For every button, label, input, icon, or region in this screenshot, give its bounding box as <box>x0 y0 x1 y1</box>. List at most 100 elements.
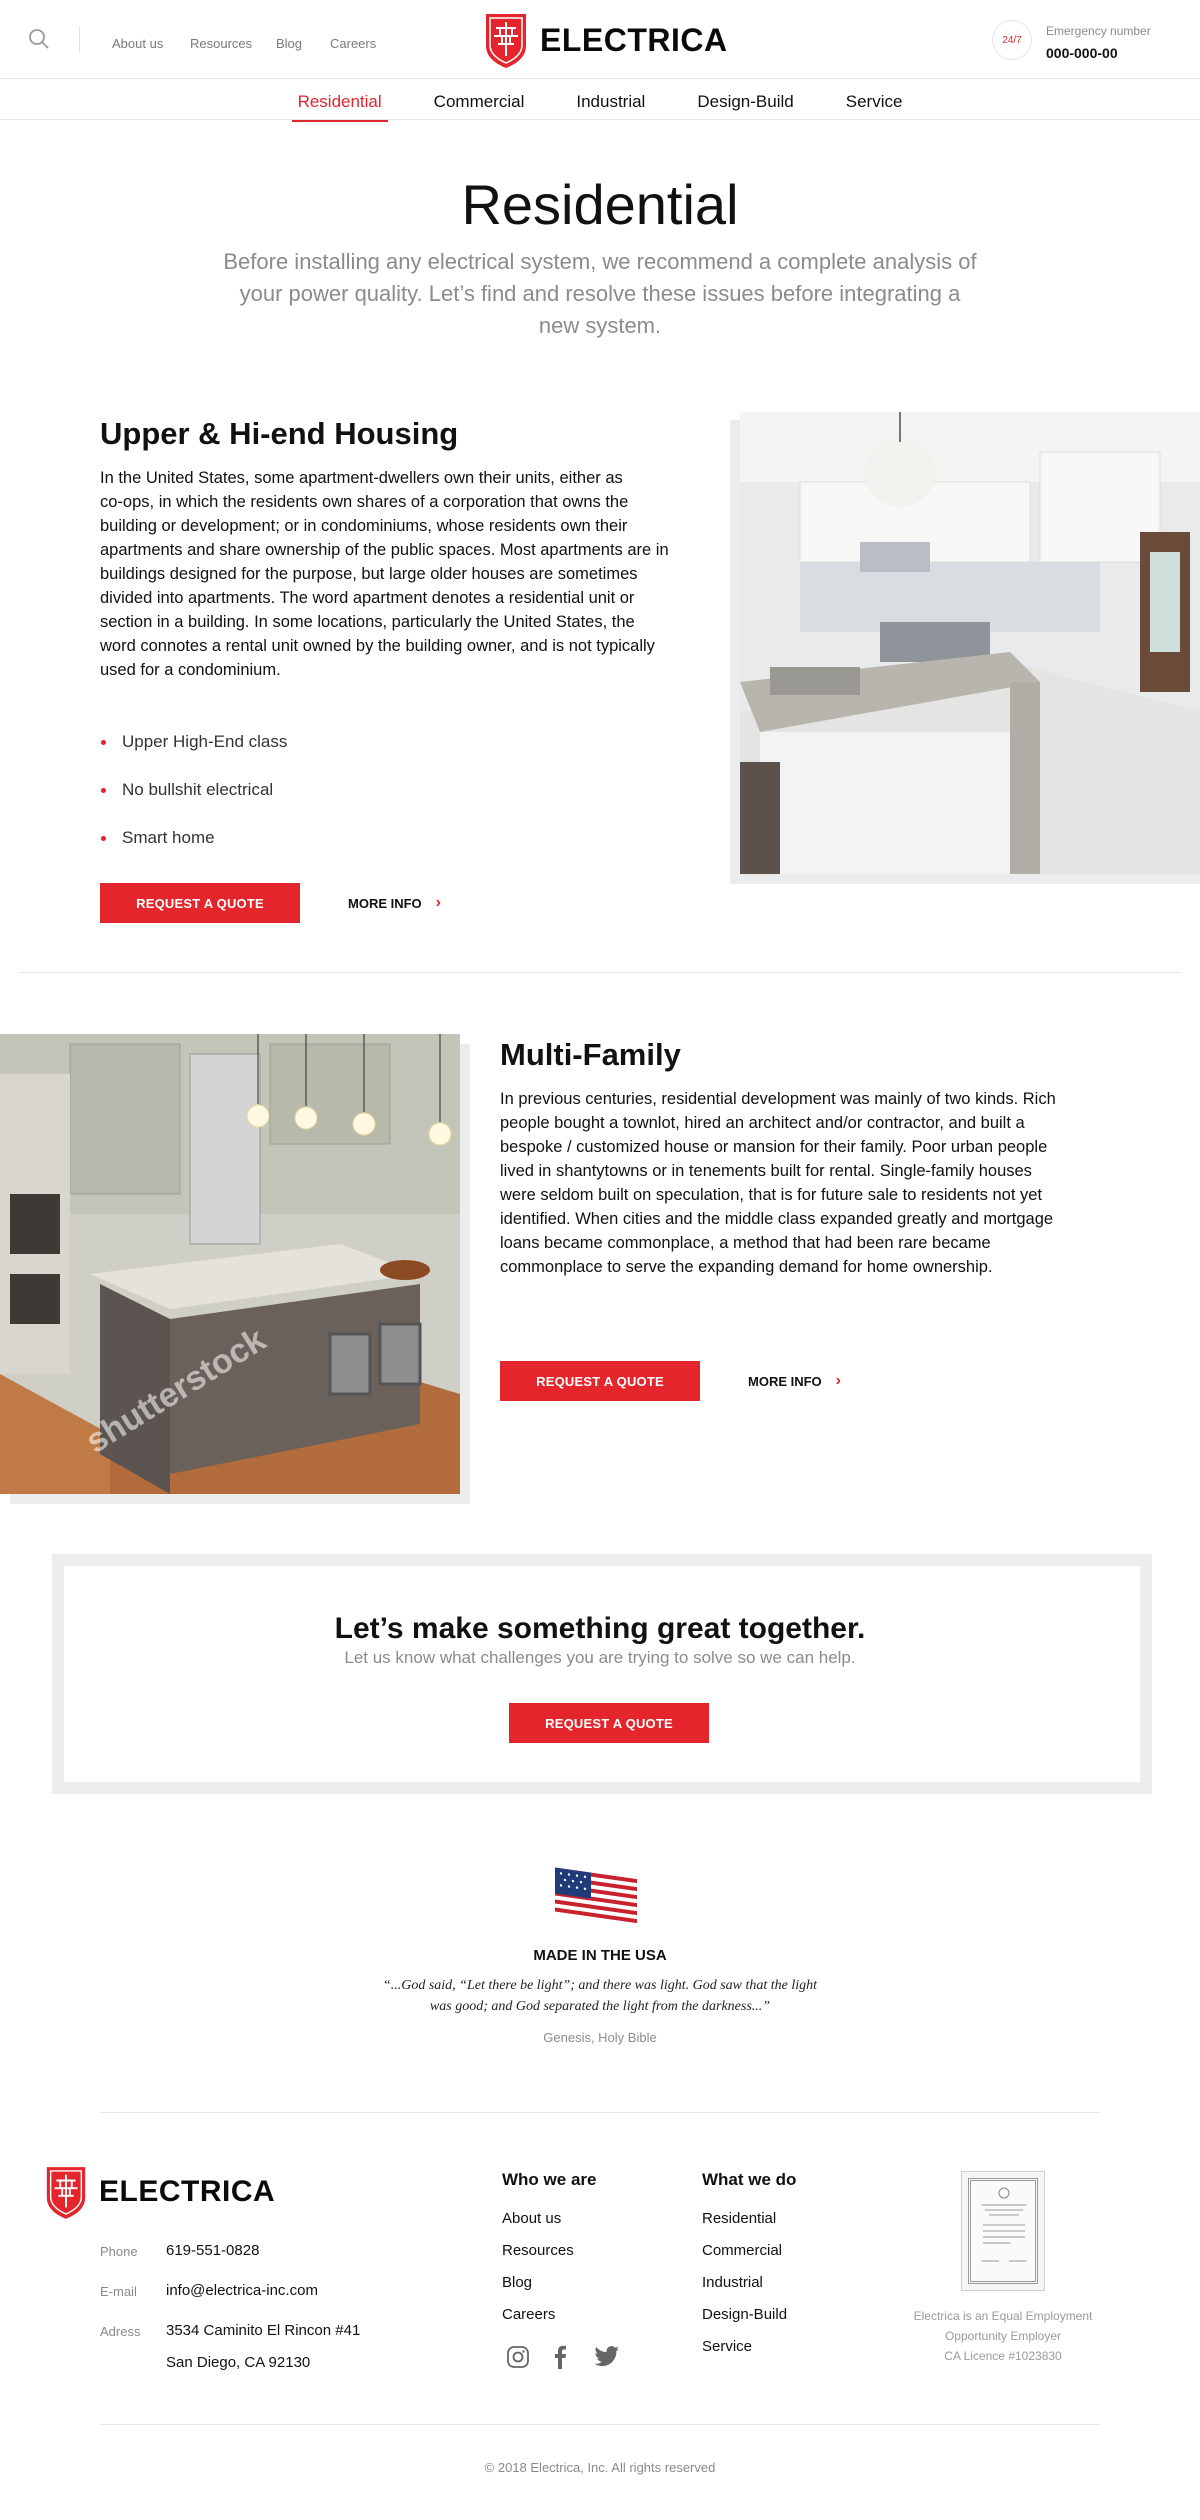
footer-link-residential[interactable]: Residential <box>702 2210 776 2227</box>
footer-divider <box>100 2112 1100 2113</box>
instagram-icon[interactable] <box>506 2345 530 2374</box>
request-quote-button[interactable]: REQUEST A QUOTE <box>100 883 300 923</box>
footer-link-resources[interactable]: Resources <box>502 2242 574 2259</box>
email-value[interactable]: info@electrica-inc.com <box>166 2282 318 2299</box>
body-line: used for a condominium. <box>100 661 281 679</box>
cta-title: Let’s make something great together. <box>334 1612 866 1645</box>
phone-label: Phone <box>100 2244 138 2259</box>
body-line: building or development; or in condomini… <box>100 517 628 535</box>
availability-badge: 24/7 <box>992 20 1032 60</box>
note-line: Electrica is an Equal Employment <box>913 2309 1093 2323</box>
footer-link-blog[interactable]: Blog <box>502 2274 532 2291</box>
license-number: CA Licence #1023830 <box>944 2349 1062 2363</box>
footer-link-commercial[interactable]: Commercial <box>702 2242 782 2259</box>
body-line: lived in shantytowns or in tenements bui… <box>500 1162 1032 1180</box>
list-item: Smart home <box>100 828 287 876</box>
footer-link-careers[interactable]: Careers <box>502 2306 555 2323</box>
facebook-icon[interactable] <box>552 2345 568 2374</box>
tab-residential[interactable]: Residential <box>291 92 388 122</box>
footer-brand-name: ELECTRICA <box>99 2175 276 2208</box>
body-line: loans became commonplace, a method that … <box>500 1234 991 1252</box>
kitchen-photo-grey: shutterstock <box>0 1034 460 1494</box>
nav-careers[interactable]: Careers <box>330 36 376 51</box>
tab-service[interactable]: Service <box>840 92 909 120</box>
brand-name: ELECTRICA <box>540 21 728 58</box>
body-line: buildings designed for the purpose, but … <box>100 565 638 583</box>
section-title-upper-housing: Upper & Hi-end Housing <box>100 416 459 451</box>
footer-bottom-divider <box>100 2424 1100 2425</box>
search-icon[interactable] <box>27 27 51 51</box>
header-divider-line <box>0 78 1200 79</box>
kitchen-photo-white <box>740 412 1200 874</box>
tab-design-build[interactable]: Design-Build <box>691 92 799 120</box>
request-quote-button[interactable]: REQUEST A QUOTE <box>500 1361 700 1401</box>
brand-logo[interactable]: ELECTRICA <box>482 10 728 70</box>
list-item: No bullshit electrical <box>100 780 287 828</box>
body-line: In previous centuries, residential devel… <box>500 1090 1056 1108</box>
feature-list: Upper High-End class No bullshit electri… <box>100 732 287 876</box>
copyright: © 2018 Electrica, Inc. All rights reserv… <box>484 2460 716 2475</box>
equal-employment-note: Electrica is an Equal Employment Opportu… <box>890 2306 1116 2366</box>
usa-flag-icon <box>551 1867 641 1929</box>
note-line: Opportunity Employer <box>944 2329 1062 2343</box>
more-info-link[interactable]: MORE INFO › <box>348 894 441 912</box>
address-label: Adress <box>100 2324 141 2339</box>
quote-line: “...God said, “Let there be light”; and … <box>382 1978 818 1993</box>
body-line: section in a building. In some locations… <box>100 613 635 631</box>
body-line: word connotes a rental unit owned by the… <box>100 637 655 655</box>
body-line: In the United States, some apartment-dwe… <box>100 469 623 487</box>
subtitle-line: Before installing any electrical system,… <box>223 249 977 274</box>
section-divider <box>20 972 1180 973</box>
license-certificate-image <box>961 2171 1045 2291</box>
email-label: E-mail <box>100 2284 137 2299</box>
list-item: Upper High-End class <box>100 732 287 780</box>
footer-who-we-are-title: Who we are <box>502 2170 597 2189</box>
chevron-right-icon: › <box>835 1372 841 1389</box>
twitter-icon[interactable] <box>594 2346 620 2373</box>
quote-source: Genesis, Holy Bible <box>543 2030 657 2045</box>
quote-line: was good; and God separated the light fr… <box>429 1999 771 2014</box>
body-line: identified. When cities and the middle c… <box>500 1210 1054 1228</box>
tab-commercial[interactable]: Commercial <box>428 92 531 120</box>
body-line: were seldom built on speculation, that i… <box>500 1186 1043 1204</box>
subtitle-line: your power quality. Let’s find and resol… <box>239 281 961 306</box>
logo-shield-icon <box>486 14 526 68</box>
body-line: people bought a townlot, hired an archit… <box>500 1114 1025 1132</box>
header-divider <box>79 26 80 52</box>
footer-brand-logo[interactable]: ELECTRICA <box>43 2163 275 2221</box>
body-line: bespoke / customized house or mansion fo… <box>500 1138 1048 1156</box>
address-line-1: 3534 Caminito El Rincon #41 <box>166 2322 361 2339</box>
logo-shield-icon <box>46 2167 86 2219</box>
cta-request-quote-button[interactable]: REQUEST A QUOTE <box>509 1703 709 1743</box>
page-subtitle: Before installing any electrical system,… <box>190 246 1010 342</box>
footer-link-design-build[interactable]: Design-Build <box>702 2306 787 2323</box>
section-body-multi-family: In previous centuries, residential devel… <box>500 1087 1140 1279</box>
footer-link-industrial[interactable]: Industrial <box>702 2274 763 2291</box>
nav-resources[interactable]: Resources <box>190 36 252 51</box>
emergency-number[interactable]: 000-000-00 <box>1046 45 1118 61</box>
subnav-divider-line <box>0 119 1200 120</box>
subtitle-line: new system. <box>538 313 662 338</box>
category-tabs: Residential Commercial Industrial Design… <box>0 92 1200 122</box>
footer-what-we-do-title: What we do <box>702 2170 797 2189</box>
emergency-label: Emergency number <box>1046 24 1151 38</box>
tab-industrial[interactable]: Industrial <box>570 92 651 120</box>
bible-quote: “...God said, “Let there be light”; and … <box>370 1975 830 2017</box>
cta-panel <box>64 1566 1140 1782</box>
cta-subtitle: Let us know what challenges you are tryi… <box>344 1648 856 1667</box>
body-line: apartments and share ownership of the pu… <box>100 541 669 559</box>
address-line-2: San Diego, CA 92130 <box>166 2354 311 2371</box>
section-title-multi-family: Multi-Family <box>500 1037 681 1072</box>
footer-link-about-us[interactable]: About us <box>502 2210 561 2227</box>
page-title: Residential <box>461 173 739 236</box>
more-info-label: MORE INFO <box>748 1373 822 1389</box>
more-info-link[interactable]: MORE INFO › <box>748 1372 841 1390</box>
made-in-usa-label: MADE IN THE USA <box>533 1947 667 1964</box>
nav-about-us[interactable]: About us <box>112 36 163 51</box>
nav-blog[interactable]: Blog <box>276 36 302 51</box>
chevron-right-icon: › <box>435 894 441 911</box>
body-line: divided into apartments. The word apartm… <box>100 589 635 607</box>
body-line: commonplace to serve the expanding deman… <box>500 1258 993 1276</box>
phone-value[interactable]: 619-551-0828 <box>166 2242 259 2259</box>
footer-link-service[interactable]: Service <box>702 2338 752 2355</box>
